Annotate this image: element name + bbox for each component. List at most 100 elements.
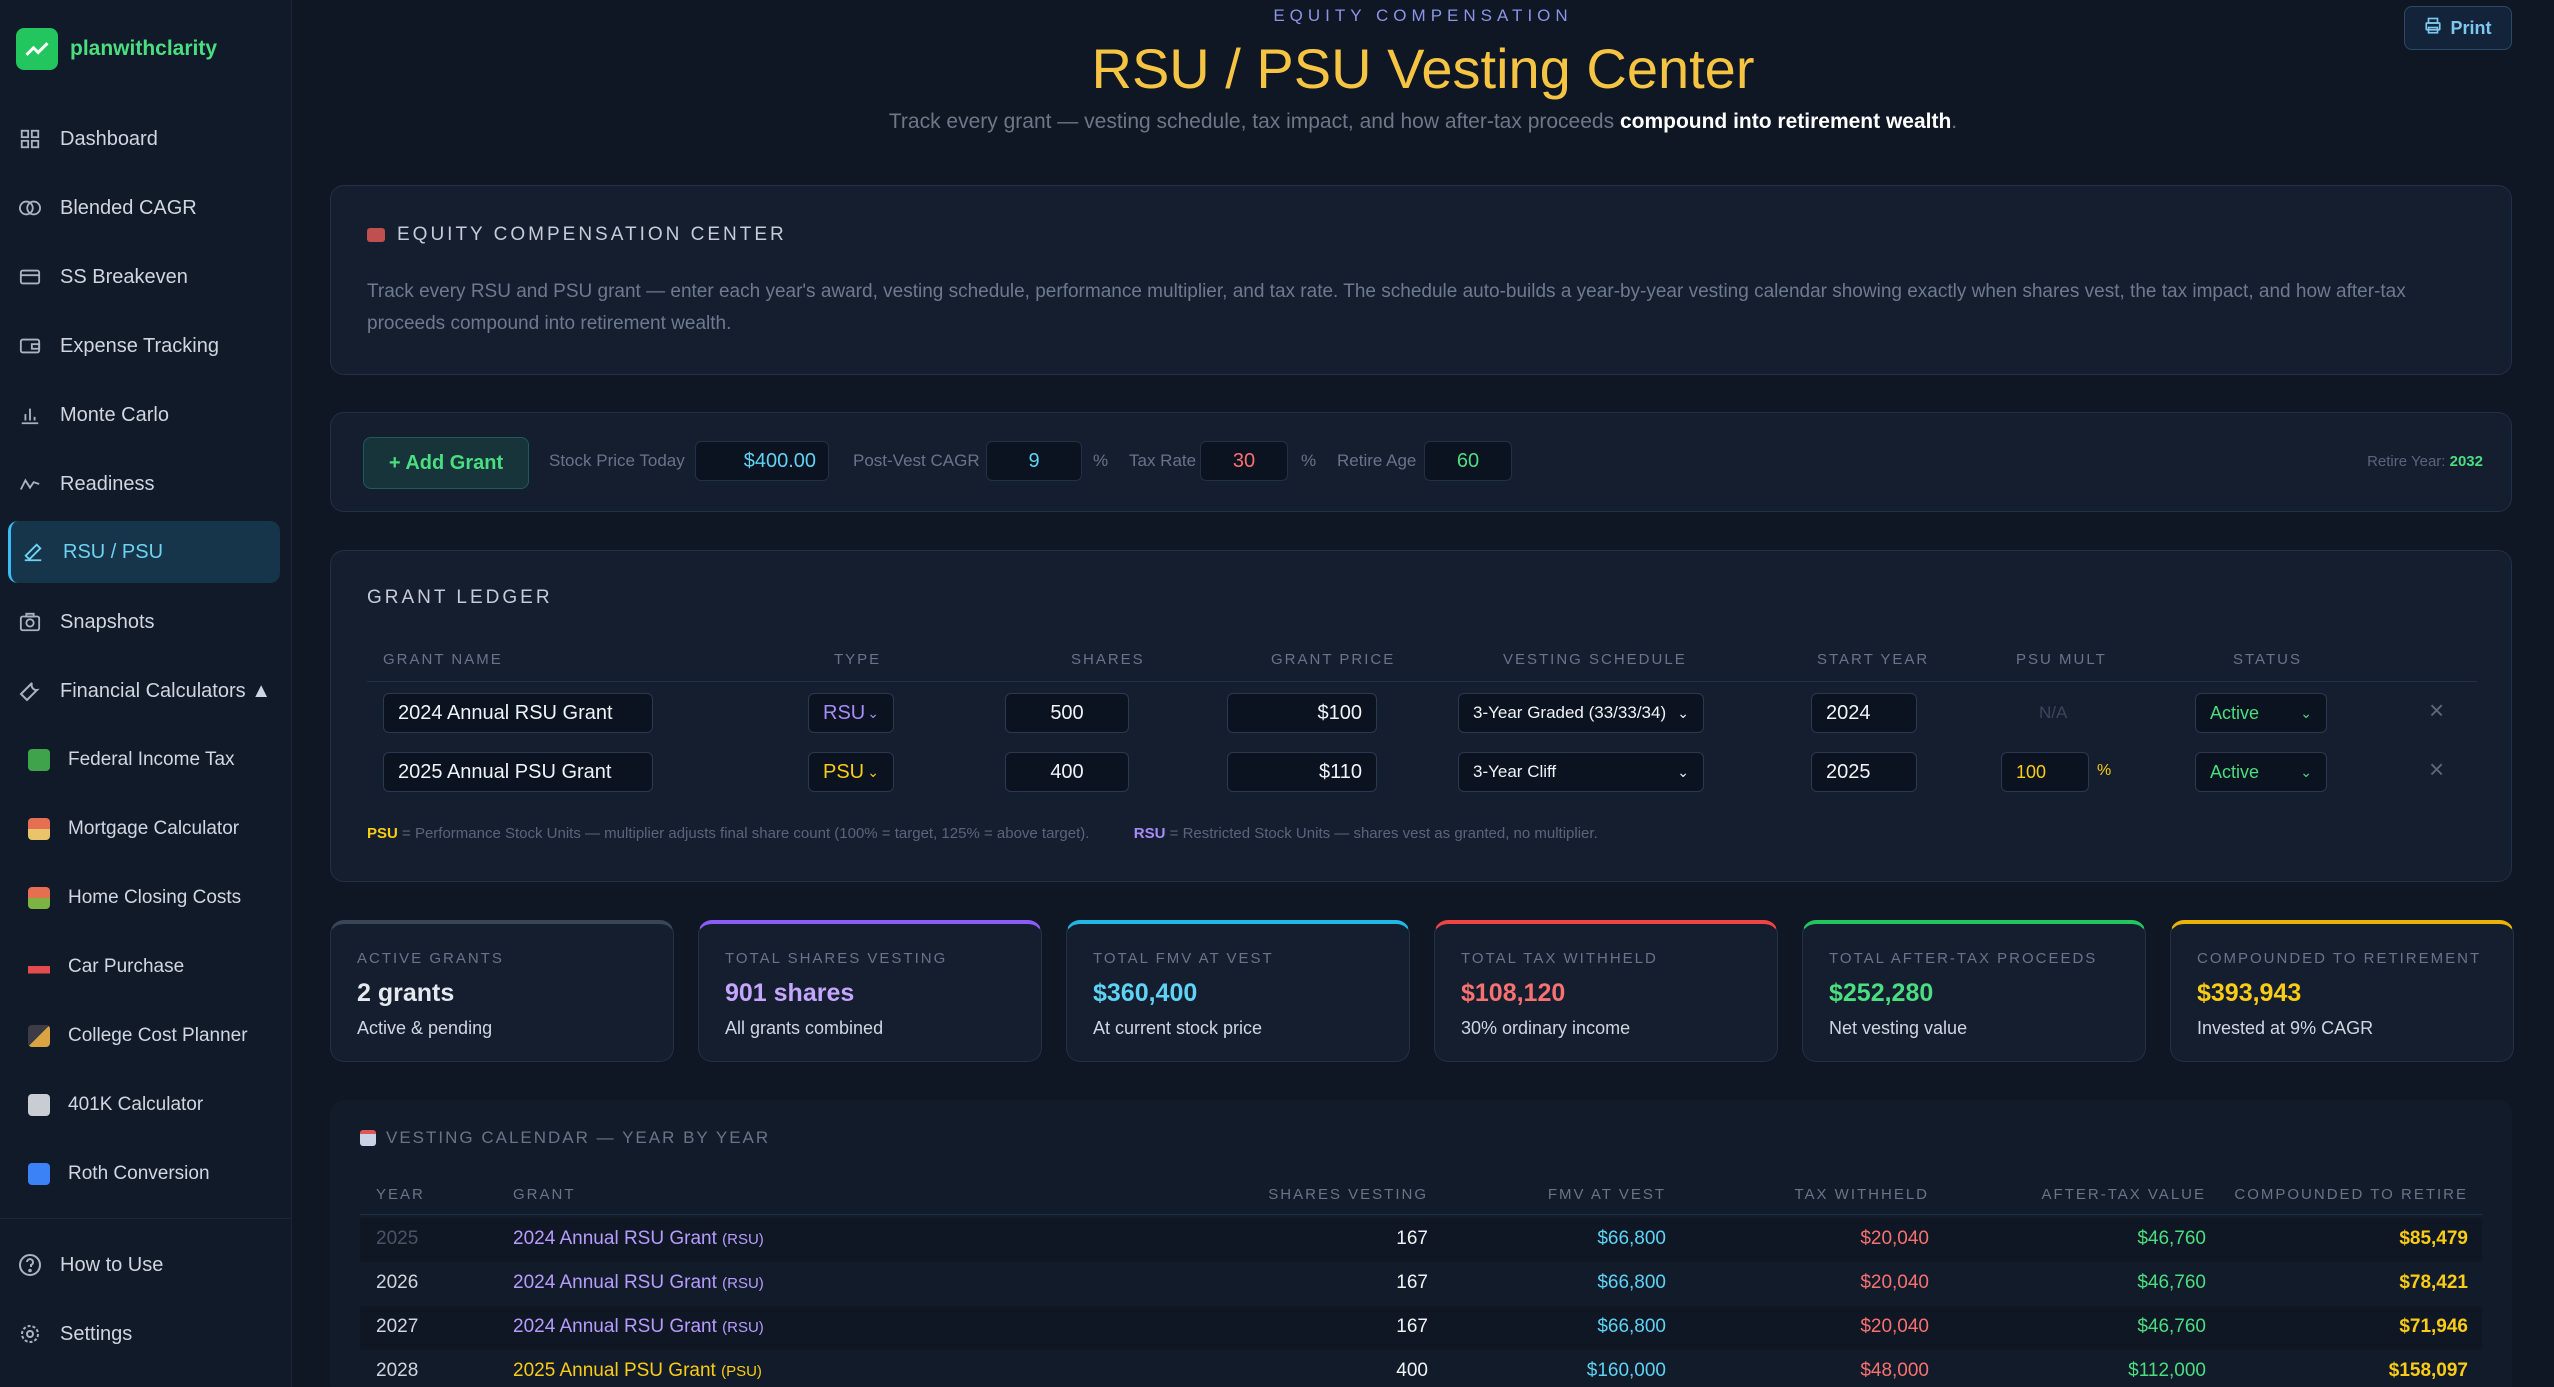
retire-year-label: Retire Year: xyxy=(2367,453,2446,470)
retire-age-input[interactable]: 60 xyxy=(1424,441,1512,481)
calculator-federal-income-tax[interactable]: Federal Income Tax xyxy=(28,734,235,786)
status-select[interactable]: Active ⌄ xyxy=(2195,752,2327,792)
cal-col-grant: GRANT xyxy=(513,1186,576,1203)
cal-col-compounded: COMPOUNDED TO RETIRE xyxy=(2234,1186,2468,1203)
gear-icon xyxy=(16,1320,44,1348)
type-select[interactable]: PSU ⌄ xyxy=(808,752,894,792)
stock-price-input[interactable]: $400.00 xyxy=(695,441,829,481)
cal-shares: 400 xyxy=(1396,1360,1428,1381)
sidebar-item-financial-calculators[interactable]: Financial Calculators ▲ xyxy=(8,660,280,722)
psu-mult-na: N/A xyxy=(2039,703,2068,722)
sidebar-item-label: Financial Calculators ▲ xyxy=(60,679,271,702)
cagr-percent: % xyxy=(1093,451,1109,470)
sidebar-item-monte-carlo[interactable]: Monte Carlo xyxy=(8,384,280,446)
cagr-input[interactable]: 9 xyxy=(986,441,1082,481)
col-grant-name: GRANT NAME xyxy=(383,651,503,668)
type-value: PSU xyxy=(823,760,865,783)
status-select[interactable]: Active ⌄ xyxy=(2195,693,2327,733)
print-button[interactable]: Print xyxy=(2404,6,2512,50)
remove-grant-button[interactable]: × xyxy=(2429,754,2444,785)
remove-grant-button[interactable]: × xyxy=(2429,695,2444,726)
car-icon xyxy=(28,956,50,978)
calculator-label: Roth Conversion xyxy=(68,1163,210,1184)
stat-value: 2 grants xyxy=(357,979,455,1007)
sidebar-item-label: How to Use xyxy=(60,1253,164,1276)
type-select[interactable]: RSU ⌄ xyxy=(808,693,894,733)
grant-name-input[interactable]: 2025 Annual PSU Grant xyxy=(383,752,653,792)
cal-grant-name: 2024 Annual RSU Grant xyxy=(513,1228,717,1249)
grant-name-input[interactable]: 2024 Annual RSU Grant xyxy=(383,693,653,733)
calculator-car-purchase[interactable]: Car Purchase xyxy=(28,941,184,993)
brand[interactable]: planwithclarity xyxy=(16,28,217,70)
calculator-label: 401K Calculator xyxy=(68,1094,204,1115)
retire-year: Retire Year: 2032 xyxy=(2367,453,2483,470)
vesting-schedule-value: 3-Year Cliff xyxy=(1473,762,1557,781)
chevron-down-icon: ⌄ xyxy=(867,704,879,721)
calculator-home-closing-costs[interactable]: Home Closing Costs xyxy=(28,872,241,924)
stat-label: TOTAL SHARES VESTING xyxy=(725,950,948,967)
calculator-roth-conversion[interactable]: Roth Conversion xyxy=(28,1148,210,1200)
cal-after-tax: $46,760 xyxy=(2137,1228,2206,1249)
stock-price-label: Stock Price Today xyxy=(549,451,685,470)
cal-grant-tag: (RSU) xyxy=(722,1275,764,1292)
start-year-input[interactable]: 2025 xyxy=(1811,752,1917,792)
stat-value: $360,400 xyxy=(1093,979,1198,1007)
col-status: STATUS xyxy=(2233,651,2302,668)
stat-subtext: At current stock price xyxy=(1093,1018,1263,1038)
type-value: RSU xyxy=(823,701,866,724)
sidebar-item-dashboard[interactable]: Dashboard xyxy=(8,108,280,170)
sidebar-item-ss-breakeven[interactable]: SS Breakeven xyxy=(8,246,280,308)
cal-fmv: $66,800 xyxy=(1597,1316,1666,1337)
cal-grant-tag: (PSU) xyxy=(721,1363,762,1380)
vesting-schedule-select[interactable]: 3-Year Cliff ⌄ xyxy=(1458,752,1704,792)
calculator-401k[interactable]: 401K Calculator xyxy=(28,1079,203,1131)
tax-rate-input[interactable]: 30 xyxy=(1200,441,1288,481)
cal-compounded: $71,946 xyxy=(2399,1316,2468,1337)
briefcase-icon xyxy=(367,228,385,242)
legend-rsu-text: = Restricted Stock Units — shares vest a… xyxy=(1165,825,1598,842)
sidebar-item-expense-tracking[interactable]: Expense Tracking xyxy=(8,315,280,377)
cal-shares: 167 xyxy=(1396,1272,1428,1293)
cal-grant: 2024 Annual RSU Grant (RSU) xyxy=(513,1228,764,1250)
cal-year: 2025 xyxy=(376,1228,419,1249)
sidebar-item-label: Blended CAGR xyxy=(60,196,197,219)
add-grant-button[interactable]: + Add Grant xyxy=(363,437,529,489)
cal-col-fmv: FMV AT VEST xyxy=(1547,1186,1666,1203)
stat-value: $252,280 xyxy=(1829,979,1934,1007)
shares-input[interactable]: 500 xyxy=(1005,693,1129,733)
stat-label: TOTAL AFTER-TAX PROCEEDS xyxy=(1829,950,2098,967)
cal-after-tax: $46,760 xyxy=(2137,1316,2206,1337)
calculator-mortgage[interactable]: Mortgage Calculator xyxy=(28,803,239,855)
wallet-icon xyxy=(16,332,44,360)
retire-year-value: 2032 xyxy=(2449,453,2483,470)
sidebar-item-snapshots[interactable]: Snapshots xyxy=(8,591,280,653)
stat-card-total-tax: TOTAL TAX WITHHELD $108,120 30% ordinary… xyxy=(1434,920,1778,1062)
sidebar-item-settings[interactable]: Settings xyxy=(8,1303,280,1365)
col-shares: SHARES xyxy=(1071,651,1145,668)
calculator-college-cost[interactable]: College Cost Planner xyxy=(28,1010,248,1062)
shares-input[interactable]: 400 xyxy=(1005,752,1129,792)
stat-card-after-tax: TOTAL AFTER-TAX PROCEEDS $252,280 Net ve… xyxy=(1802,920,2146,1062)
sidebar-item-blended-cagr[interactable]: Blended CAGR xyxy=(8,177,280,239)
stat-label: TOTAL FMV AT VEST xyxy=(1093,950,1274,967)
sidebar-item-label: Settings xyxy=(60,1322,133,1345)
sidebar-item-readiness[interactable]: Readiness xyxy=(8,453,280,515)
grid-icon xyxy=(16,125,44,153)
grant-price-input[interactable]: $110 xyxy=(1227,752,1377,792)
calculator-label: Car Purchase xyxy=(68,956,185,977)
cal-after-tax: $46,760 xyxy=(2137,1272,2206,1293)
grant-price-input[interactable]: $100 xyxy=(1227,693,1377,733)
cal-col-tax: TAX WITHHELD xyxy=(1794,1186,1929,1203)
vesting-schedule-select[interactable]: 3-Year Graded (33/33/34) ⌄ xyxy=(1458,693,1704,733)
grant-ledger-heading: GRANT LEDGER xyxy=(367,587,553,608)
cal-col-shares: SHARES VESTING xyxy=(1268,1186,1428,1203)
legend-rsu-tag: RSU xyxy=(1133,825,1166,842)
ledger-header-divider xyxy=(367,681,2477,682)
cal-compounded: $78,421 xyxy=(2399,1272,2468,1293)
sidebar-item-how-to-use[interactable]: How to Use xyxy=(8,1234,280,1296)
cal-shares: 167 xyxy=(1396,1228,1428,1249)
psu-mult-input[interactable]: 100 xyxy=(2001,752,2089,792)
sidebar-item-rsu-psu[interactable]: RSU / PSU xyxy=(8,521,280,583)
start-year-input[interactable]: 2024 xyxy=(1811,693,1917,733)
convert-icon xyxy=(28,1163,50,1185)
